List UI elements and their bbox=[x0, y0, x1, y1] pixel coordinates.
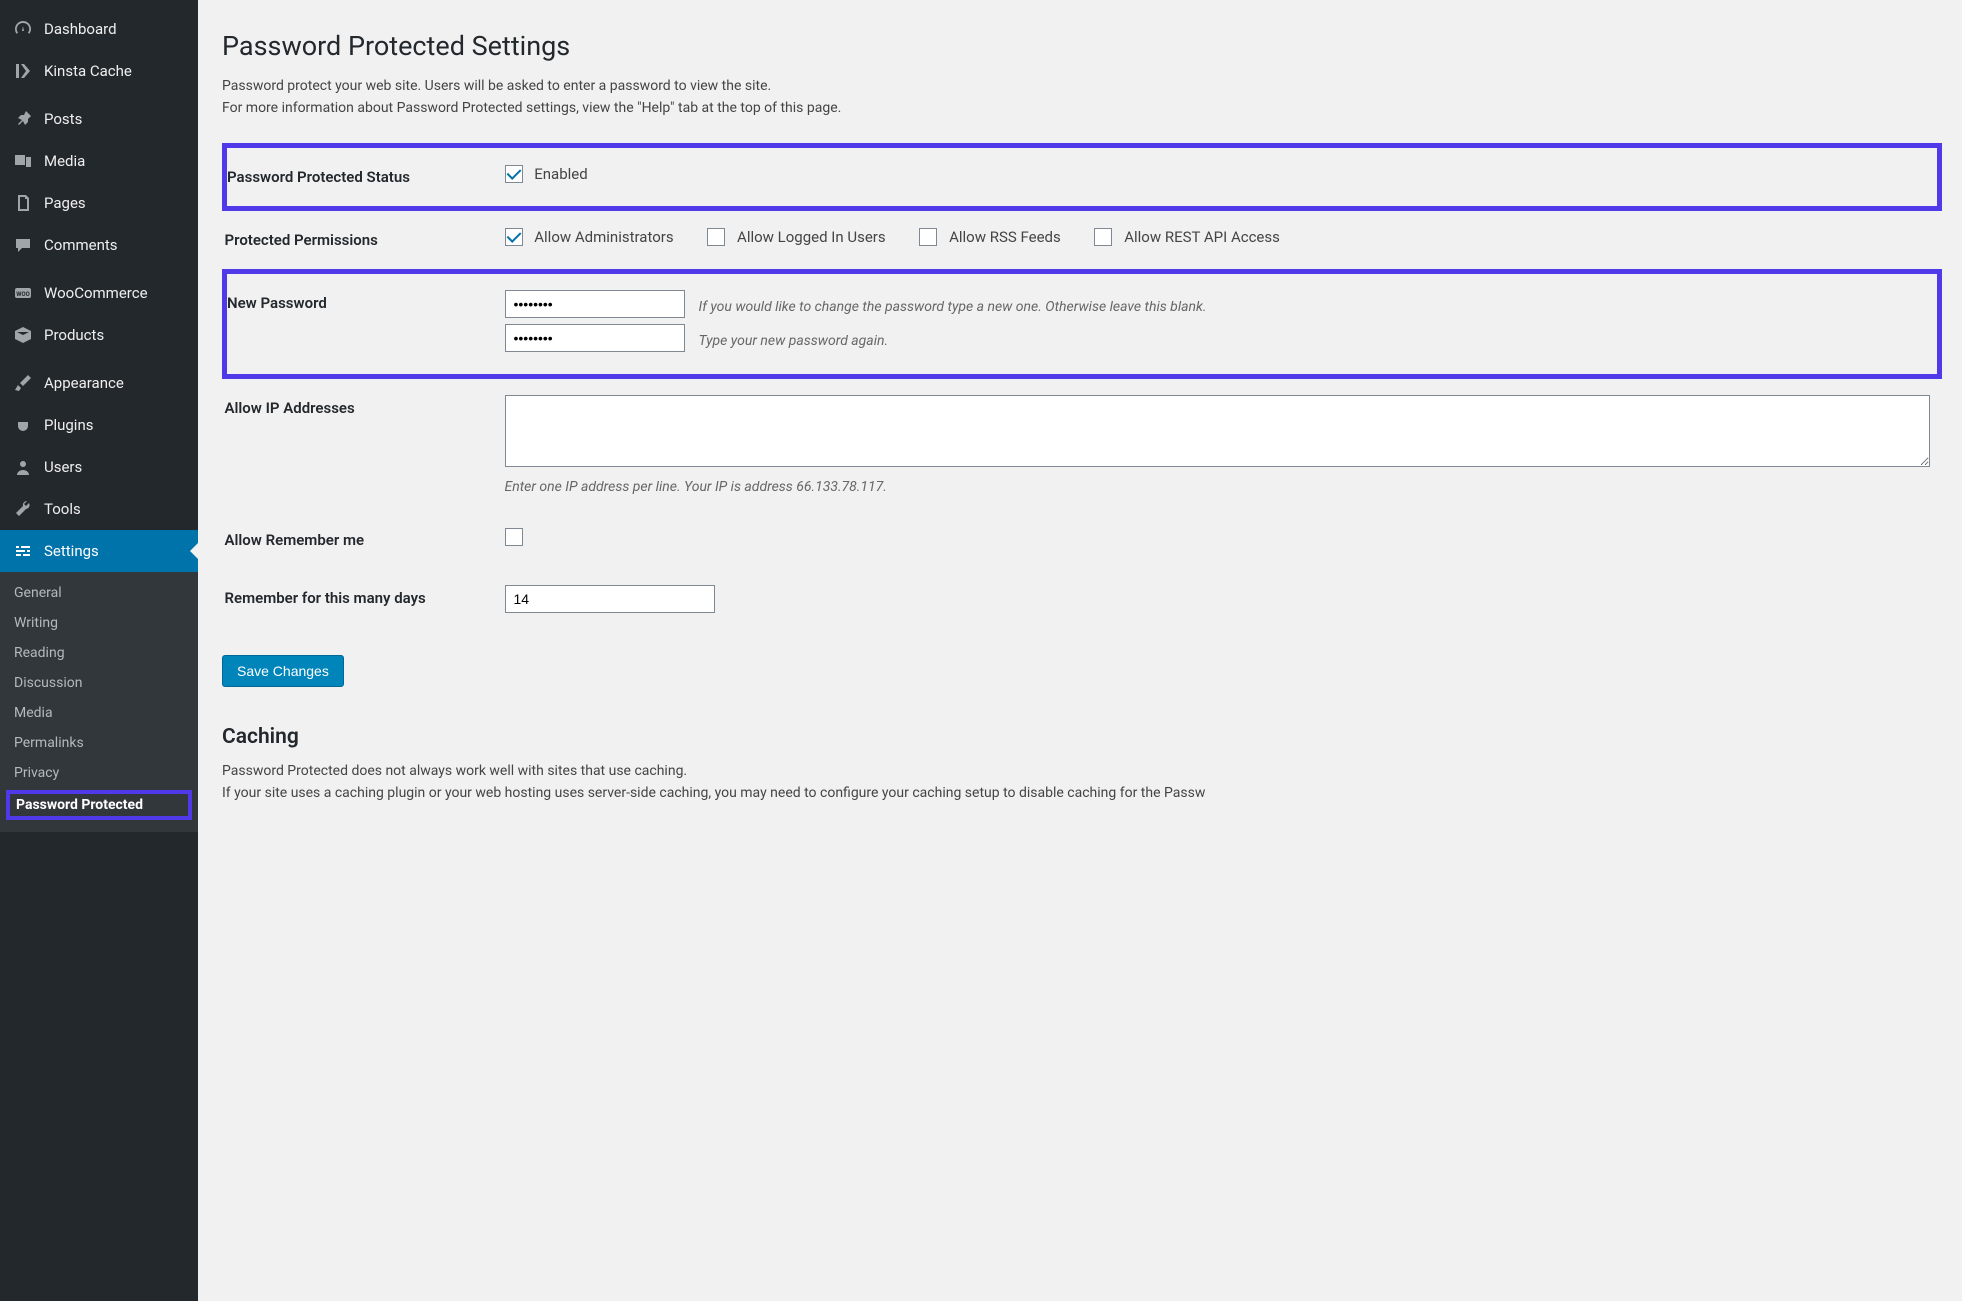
sidebar-item-posts[interactable]: Posts bbox=[0, 98, 198, 140]
sidebar-item-kinsta-cache[interactable]: Kinsta Cache bbox=[0, 50, 198, 92]
save-changes-button[interactable]: Save Changes bbox=[222, 655, 344, 687]
sidebar-item-tools[interactable]: Tools bbox=[0, 488, 198, 530]
pages-icon bbox=[12, 192, 34, 214]
sidebar-label: Plugins bbox=[44, 416, 93, 434]
sidebar-label: Users bbox=[44, 458, 82, 476]
caching-text: Password Protected does not always work … bbox=[222, 761, 1942, 804]
intro-text: Password protect your web site. Users wi… bbox=[222, 76, 1942, 119]
sidebar-label: Tools bbox=[44, 500, 81, 518]
allow-remember-checkbox[interactable] bbox=[505, 528, 523, 546]
sidebar-label: Settings bbox=[44, 542, 99, 560]
status-enabled-checkbox[interactable] bbox=[505, 165, 523, 183]
status-enabled-label: Enabled bbox=[534, 165, 587, 183]
status-row-highlight: Password Protected Status Enabled bbox=[225, 146, 1940, 209]
settings-submenu: General Writing Reading Discussion Media… bbox=[0, 572, 198, 832]
submenu-discussion[interactable]: Discussion bbox=[0, 668, 198, 698]
sidebar-label: WooCommerce bbox=[44, 284, 148, 302]
new-password-input-2[interactable] bbox=[505, 324, 685, 352]
new-password-label: New Password bbox=[225, 272, 495, 377]
new-password-help-2: Type your new password again. bbox=[699, 333, 889, 349]
sidebar-label: Media bbox=[44, 152, 85, 170]
sidebar-label: Appearance bbox=[44, 374, 124, 392]
status-label: Password Protected Status bbox=[225, 146, 495, 209]
perm-rest-checkbox[interactable] bbox=[1094, 228, 1112, 246]
submenu-privacy[interactable]: Privacy bbox=[0, 758, 198, 788]
submenu-general[interactable]: General bbox=[0, 578, 198, 608]
admin-sidebar: Dashboard Kinsta Cache Posts Media Pages… bbox=[0, 0, 198, 1301]
media-icon bbox=[12, 150, 34, 172]
sidebar-item-woocommerce[interactable]: WOO WooCommerce bbox=[0, 272, 198, 314]
brush-icon bbox=[12, 372, 34, 394]
sidebar-item-products[interactable]: Products bbox=[0, 314, 198, 356]
sidebar-label: Products bbox=[44, 326, 104, 344]
sidebar-label: Dashboard bbox=[44, 20, 117, 38]
pin-icon bbox=[12, 108, 34, 130]
svg-text:WOO: WOO bbox=[16, 291, 30, 298]
dashboard-icon bbox=[12, 18, 34, 40]
caching-heading: Caching bbox=[222, 725, 1942, 749]
perm-admin-checkbox[interactable] bbox=[505, 228, 523, 246]
remember-days-input[interactable] bbox=[505, 585, 715, 613]
allow-remember-label: Allow Remember me bbox=[225, 511, 495, 569]
permissions-label: Protected Permissions bbox=[225, 209, 495, 272]
new-password-help-1: If you would like to change the password… bbox=[699, 299, 1207, 315]
new-password-input-1[interactable] bbox=[505, 290, 685, 318]
perm-logged-checkbox[interactable] bbox=[707, 228, 725, 246]
kinsta-icon bbox=[12, 60, 34, 82]
sidebar-item-media[interactable]: Media bbox=[0, 140, 198, 182]
intro-line-2: For more information about Password Prot… bbox=[222, 98, 1942, 120]
comment-icon bbox=[12, 234, 34, 256]
submenu-permalinks[interactable]: Permalinks bbox=[0, 728, 198, 758]
allow-ip-label: Allow IP Addresses bbox=[225, 377, 495, 512]
perm-admin-label: Allow Administrators bbox=[534, 228, 673, 246]
perm-rss-label: Allow RSS Feeds bbox=[949, 228, 1061, 246]
caching-line-1: Password Protected does not always work … bbox=[222, 761, 1942, 783]
main-content: Password Protected Settings Password pro… bbox=[198, 0, 1962, 1301]
sidebar-label: Posts bbox=[44, 110, 82, 128]
intro-line-1: Password protect your web site. Users wi… bbox=[222, 76, 1942, 98]
sidebar-label: Kinsta Cache bbox=[44, 62, 132, 80]
sidebar-label: Pages bbox=[44, 194, 86, 212]
plug-icon bbox=[12, 414, 34, 436]
sidebar-item-plugins[interactable]: Plugins bbox=[0, 404, 198, 446]
sidebar-label: Comments bbox=[44, 236, 118, 254]
user-icon bbox=[12, 456, 34, 478]
remember-days-label: Remember for this many days bbox=[225, 569, 495, 635]
sidebar-item-settings[interactable]: Settings bbox=[0, 530, 198, 572]
new-password-row-highlight: New Password If you would like to change… bbox=[225, 272, 1940, 377]
submenu-reading[interactable]: Reading bbox=[0, 638, 198, 668]
sidebar-item-comments[interactable]: Comments bbox=[0, 224, 198, 266]
wrench-icon bbox=[12, 498, 34, 520]
perm-logged-label: Allow Logged In Users bbox=[737, 228, 886, 246]
sliders-icon bbox=[12, 540, 34, 562]
allow-ip-textarea[interactable] bbox=[505, 395, 1930, 467]
submenu-password-protected[interactable]: Password Protected bbox=[6, 790, 192, 820]
box-icon bbox=[12, 324, 34, 346]
allow-ip-desc: Enter one IP address per line. Your IP i… bbox=[505, 479, 1930, 495]
sidebar-item-users[interactable]: Users bbox=[0, 446, 198, 488]
caching-line-2: If your site uses a caching plugin or yo… bbox=[222, 783, 1942, 805]
sidebar-item-pages[interactable]: Pages bbox=[0, 182, 198, 224]
page-title: Password Protected Settings bbox=[222, 30, 1942, 62]
submenu-writing[interactable]: Writing bbox=[0, 608, 198, 638]
sidebar-item-dashboard[interactable]: Dashboard bbox=[0, 8, 198, 50]
perm-rss-checkbox[interactable] bbox=[919, 228, 937, 246]
perm-rest-label: Allow REST API Access bbox=[1124, 228, 1280, 246]
woocommerce-icon: WOO bbox=[12, 282, 34, 304]
sidebar-item-appearance[interactable]: Appearance bbox=[0, 362, 198, 404]
submenu-media[interactable]: Media bbox=[0, 698, 198, 728]
